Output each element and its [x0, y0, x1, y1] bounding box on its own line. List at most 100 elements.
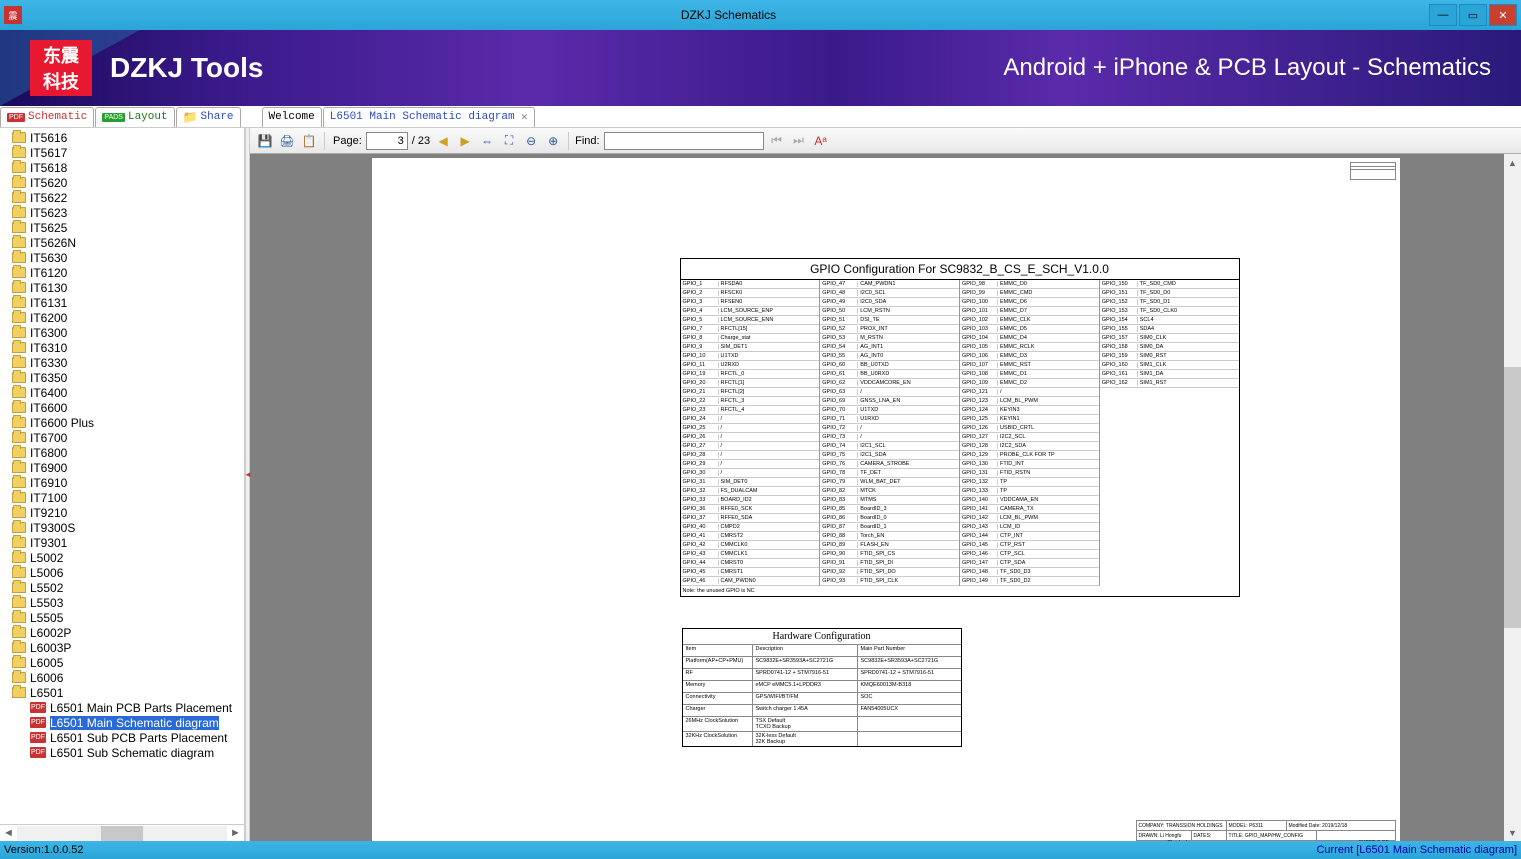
tree-folder[interactable]: IT9210 [2, 505, 242, 520]
tree-folder[interactable]: IT6350 [2, 370, 242, 385]
scroll-up-icon[interactable]: ▲ [1504, 154, 1521, 171]
scroll-left-icon[interactable]: ◄ [0, 827, 17, 839]
tree-folder[interactable]: IT6200 [2, 310, 242, 325]
close-button[interactable]: ✕ [1489, 4, 1517, 26]
tree-folder[interactable]: IT7100 [2, 490, 242, 505]
tree-folder[interactable]: L5502 [2, 580, 242, 595]
tree-folder[interactable]: IT9300S [2, 520, 242, 535]
tree-folder[interactable]: IT6700 [2, 430, 242, 445]
tree-file[interactable]: PDFL6501 Main PCB Parts Placement [2, 700, 242, 715]
tree-folder[interactable]: L5505 [2, 610, 242, 625]
find-next-icon[interactable]: ⏭ [790, 132, 808, 150]
scroll-right-icon[interactable]: ► [227, 827, 244, 839]
folder-icon [12, 312, 26, 323]
tab-current-doc[interactable]: L6501 Main Schematic diagram✕ [323, 107, 535, 127]
tree-folder[interactable]: L5002 [2, 550, 242, 565]
page-canvas[interactable]: GPIO Configuration For SC9832_B_CS_E_SCH… [267, 154, 1504, 841]
tree-folder[interactable]: IT6600 [2, 400, 242, 415]
tree-file[interactable]: PDFL6501 Main Schematic diagram [2, 715, 242, 730]
pdf-icon: PDF [30, 732, 46, 743]
folder-icon [12, 477, 26, 488]
folder-icon [12, 177, 26, 188]
folder-icon [12, 192, 26, 203]
pdf-toolbar: 💾 🖨 📋 Page: / 23 ◀ ▶ ⇔ ⛶ ⊖ ⊕ Find: ⏮ ⏭ A… [250, 128, 1521, 154]
tree-folder[interactable]: IT6130 [2, 280, 242, 295]
tree-folder[interactable]: IT5626N [2, 235, 242, 250]
zoom-out-icon[interactable]: ⊖ [522, 132, 540, 150]
window-controls: — ▭ ✕ [1429, 4, 1517, 26]
tree-file[interactable]: PDFL6501 Sub Schematic diagram [2, 745, 242, 760]
tree-folder[interactable]: IT6310 [2, 340, 242, 355]
folder-icon [12, 267, 26, 278]
tree-folder[interactable]: IT5625 [2, 220, 242, 235]
scrollbar-thumb[interactable] [1504, 367, 1521, 628]
brand-text: DZKJ Tools [110, 52, 263, 84]
scroll-down-icon[interactable]: ▼ [1504, 824, 1521, 841]
fit-page-icon[interactable]: ⛶ [500, 132, 518, 150]
tree-folder[interactable]: IT5617 [2, 145, 242, 160]
title-block: COMPANY: TRANSSION HOLDINGS MODEL: P6311… [1136, 820, 1396, 841]
file-tree[interactable]: IT5616IT5617IT5618IT5620IT5622IT5623IT56… [0, 128, 244, 824]
folder-icon [12, 402, 26, 413]
tree-folder[interactable]: IT6800 [2, 445, 242, 460]
tree-folder[interactable]: IT6910 [2, 475, 242, 490]
print-icon[interactable]: 🖨 [278, 132, 296, 150]
sidebar: IT5616IT5617IT5618IT5620IT5622IT5623IT56… [0, 128, 245, 841]
hardware-table: Hardware Configuration ItemDescriptionMa… [682, 628, 962, 747]
tree-folder[interactable]: IT5618 [2, 160, 242, 175]
zoom-in-icon[interactable]: ⊕ [544, 132, 562, 150]
find-prev-icon[interactable]: ⏮ [768, 132, 786, 150]
tab-schematic[interactable]: PDFSchematic [0, 107, 94, 127]
tree-folder[interactable]: IT5620 [2, 175, 242, 190]
highlight-icon[interactable]: Aᵃ [812, 132, 830, 150]
folder-icon [12, 582, 26, 593]
fit-width-icon[interactable]: ⇔ [478, 132, 496, 150]
tab-layout[interactable]: PADSLayout [95, 107, 174, 127]
next-page-icon[interactable]: ▶ [456, 132, 474, 150]
maximize-button[interactable]: ▭ [1459, 4, 1487, 26]
tree-folder[interactable]: IT6330 [2, 355, 242, 370]
tree-folder[interactable]: IT6131 [2, 295, 242, 310]
save-icon[interactable]: 💾 [256, 132, 274, 150]
window-title: DZKJ Schematics [28, 8, 1429, 22]
tree-folder[interactable]: IT6300 [2, 325, 242, 340]
page-input[interactable] [366, 132, 408, 150]
tree-folder[interactable]: L5006 [2, 565, 242, 580]
tree-folder[interactable]: IT5616 [2, 130, 242, 145]
folder-icon [12, 657, 26, 668]
copy-icon[interactable]: 📋 [300, 132, 318, 150]
tree-folder[interactable]: IT5630 [2, 250, 242, 265]
scrollbar-thumb[interactable] [101, 826, 143, 841]
folder-icon [12, 507, 26, 518]
prev-page-icon[interactable]: ◀ [434, 132, 452, 150]
folder-icon [12, 537, 26, 548]
close-tab-icon[interactable]: ✕ [521, 112, 529, 123]
doc-v-scrollbar[interactable]: ▲ ▼ [1504, 154, 1521, 841]
find-input[interactable] [604, 132, 764, 150]
folder-icon [12, 597, 26, 608]
tree-h-scrollbar[interactable]: ◄ ► [0, 824, 244, 841]
tree-folder[interactable]: IT6120 [2, 265, 242, 280]
splitter[interactable] [245, 128, 250, 841]
tree-folder[interactable]: L5503 [2, 595, 242, 610]
tree-folder[interactable]: L6501 [2, 685, 242, 700]
folder-icon [12, 357, 26, 368]
tree-folder[interactable]: L6002P [2, 625, 242, 640]
tab-share[interactable]: 📁Share [176, 107, 241, 127]
tree-folder[interactable]: IT5623 [2, 205, 242, 220]
tab-welcome[interactable]: Welcome [262, 107, 322, 127]
tree-folder[interactable]: IT6900 [2, 460, 242, 475]
tree-folder[interactable]: IT9301 [2, 535, 242, 550]
tree-folder[interactable]: L6003P [2, 640, 242, 655]
statusbar: Version:1.0.0.52 Current [L6501 Main Sch… [0, 841, 1521, 859]
tree-folder[interactable]: IT5622 [2, 190, 242, 205]
tree-folder[interactable]: L6005 [2, 655, 242, 670]
folder-icon [12, 342, 26, 353]
minimize-button[interactable]: — [1429, 4, 1457, 26]
tree-folder[interactable]: IT6400 [2, 385, 242, 400]
tree-folder[interactable]: L6006 [2, 670, 242, 685]
pdf-page: GPIO Configuration For SC9832_B_CS_E_SCH… [372, 158, 1400, 841]
tree-file[interactable]: PDFL6501 Sub PCB Parts Placement [2, 730, 242, 745]
tree-folder[interactable]: IT6600 Plus [2, 415, 242, 430]
folder-icon [12, 297, 26, 308]
